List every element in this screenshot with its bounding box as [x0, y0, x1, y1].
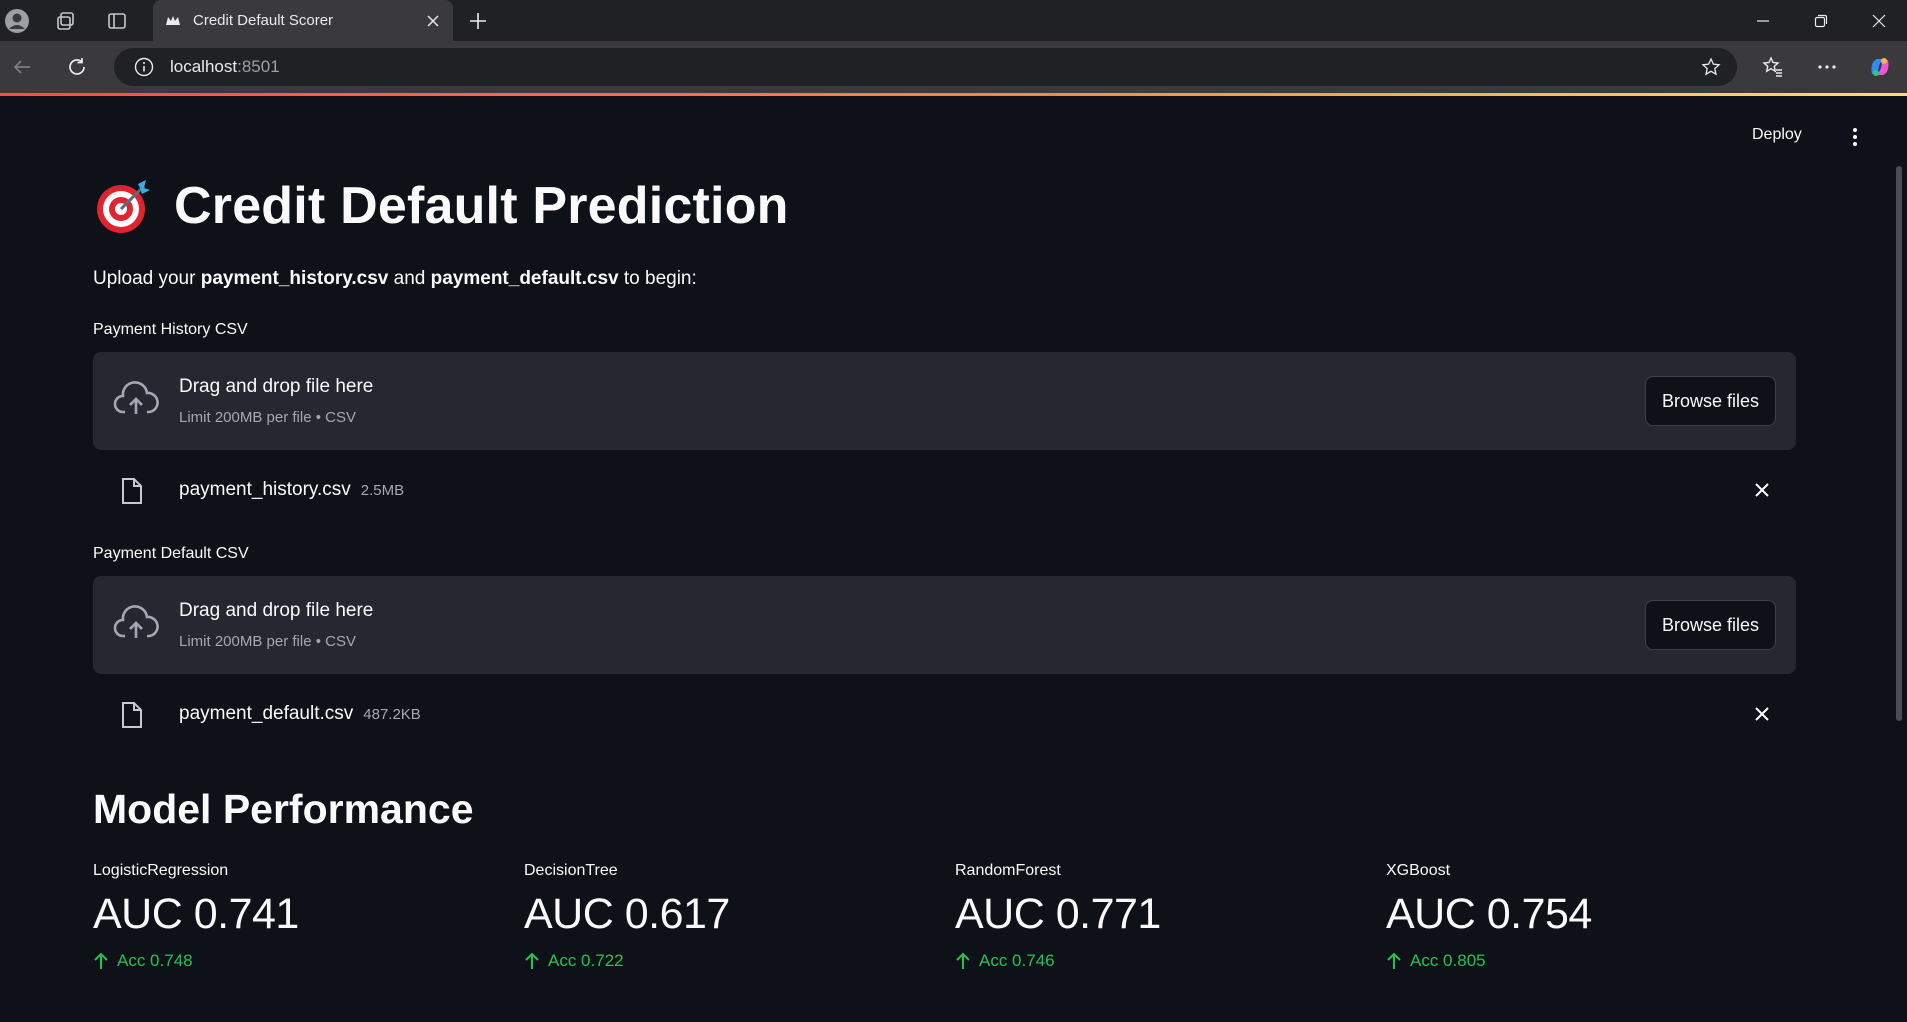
file-name: payment_default.csv: [179, 703, 354, 724]
deploy-button[interactable]: Deploy: [1752, 126, 1802, 144]
workspaces-icon[interactable]: [53, 8, 79, 34]
metric-label: LogisticRegression: [93, 862, 229, 879]
file-size: 2.5MB: [360, 482, 405, 499]
uploader-label: Payment Default CSV: [93, 545, 249, 562]
address-field[interactable]: localhost:8501: [114, 48, 1737, 86]
kebab-menu-icon[interactable]: [1845, 126, 1865, 148]
file-dropzone[interactable]: Drag and drop file here Limit 200MB per …: [93, 352, 1796, 450]
uploaded-file-row: payment_history.csv 2.5MB: [93, 465, 1796, 515]
metric-value: AUC 0.754: [1386, 890, 1592, 938]
app-main: Deploy Credit Default Prediction Upload …: [0, 96, 1907, 1022]
file-icon: [122, 702, 142, 728]
arrow-up-icon: [1387, 952, 1401, 969]
intro-prefix: Upload your: [93, 268, 201, 289]
profile-icon[interactable]: [4, 8, 30, 34]
dropzone-limit: Limit 200MB per file • CSV: [179, 409, 356, 426]
metric-card: RandomForest AUC 0.771 Acc 0.746: [955, 862, 1355, 971]
restore-icon[interactable]: [1793, 0, 1849, 41]
close-window-icon[interactable]: [1851, 0, 1907, 41]
url-port: :8501: [237, 57, 280, 76]
metric-value: AUC 0.741: [93, 890, 299, 938]
metric-delta: Acc 0.722: [524, 951, 924, 971]
metric-delta: Acc 0.746: [955, 951, 1355, 971]
remove-file-icon[interactable]: [1753, 481, 1771, 499]
metric-card: DecisionTree AUC 0.617 Acc 0.722: [524, 862, 924, 971]
star-icon[interactable]: [1701, 57, 1721, 77]
intro-file2: payment_default.csv: [430, 268, 619, 289]
cloud-upload-icon: [113, 381, 159, 414]
metric-delta-text: Acc 0.748: [117, 951, 193, 970]
back-icon[interactable]: [8, 53, 36, 81]
browse-files-button[interactable]: Browse files: [1645, 600, 1776, 650]
file-dropzone[interactable]: Drag and drop file here Limit 200MB per …: [93, 576, 1796, 674]
metric-delta-text: Acc 0.722: [548, 951, 624, 970]
tab-close-icon[interactable]: [425, 13, 441, 29]
arrow-up-icon: [94, 952, 108, 969]
metric-delta: Acc 0.805: [1386, 951, 1786, 971]
section-title: Model Performance: [93, 786, 474, 832]
target-icon: [97, 180, 150, 233]
refresh-icon[interactable]: [63, 53, 91, 81]
new-tab-icon[interactable]: [465, 8, 491, 34]
tab-actions-icon[interactable]: [104, 8, 130, 34]
page-title: Credit Default Prediction: [174, 177, 789, 235]
metric-value: AUC 0.771: [955, 890, 1161, 938]
metric-delta-text: Acc 0.746: [979, 951, 1055, 970]
browser-tab-bar: Credit Default Scorer: [0, 0, 1907, 41]
more-icon[interactable]: [1813, 53, 1841, 81]
metric-card: XGBoost AUC 0.754 Acc 0.805: [1386, 862, 1786, 971]
site-info-icon[interactable]: [134, 57, 154, 77]
metric-label: DecisionTree: [524, 862, 618, 879]
scrollbar[interactable]: [1896, 166, 1902, 721]
dropzone-text: Drag and drop file here: [179, 376, 374, 397]
file-icon: [122, 478, 142, 504]
url-host: localhost: [170, 57, 238, 76]
metric-delta: Acc 0.748: [93, 951, 493, 971]
metric-delta-text: Acc 0.805: [1410, 951, 1486, 970]
minimize-icon[interactable]: [1735, 0, 1791, 41]
dropzone-text: Drag and drop file here: [179, 600, 374, 621]
copilot-icon[interactable]: [1866, 53, 1894, 81]
intro-mid: and: [388, 268, 431, 289]
tab-title: Credit Default Scorer: [193, 12, 334, 29]
arrow-up-icon: [525, 952, 539, 969]
favorites-icon[interactable]: [1759, 53, 1787, 81]
cloud-upload-icon: [113, 605, 159, 638]
uploader-label: Payment History CSV: [93, 321, 248, 338]
dropzone-limit: Limit 200MB per file • CSV: [179, 633, 356, 650]
file-name-container: payment_history.csv 2.5MB: [179, 479, 404, 501]
file-name-container: payment_default.csv 487.2KB: [179, 703, 421, 725]
intro-suffix: to begin:: [618, 268, 697, 289]
favicon-icon: [166, 15, 180, 25]
metric-label: RandomForest: [955, 862, 1061, 879]
metric-value: AUC 0.617: [524, 890, 730, 938]
intro-file1: payment_history.csv: [200, 268, 389, 289]
arrow-up-icon: [956, 952, 970, 969]
active-tab[interactable]: Credit Default Scorer: [153, 0, 453, 41]
browse-files-button[interactable]: Browse files: [1645, 376, 1776, 426]
file-size: 487.2KB: [363, 706, 421, 723]
intro-text: Upload your payment_history.csv and paym…: [93, 268, 697, 290]
remove-file-icon[interactable]: [1753, 705, 1771, 723]
uploaded-file-row: payment_default.csv 487.2KB: [93, 689, 1796, 739]
browser-address-bar: localhost:8501: [0, 41, 1907, 93]
page-title-row: Credit Default Prediction: [94, 176, 789, 236]
metric-label: XGBoost: [1386, 862, 1451, 879]
metric-card: LogisticRegression AUC 0.741 Acc 0.748: [93, 862, 493, 971]
file-name: payment_history.csv: [179, 479, 351, 500]
